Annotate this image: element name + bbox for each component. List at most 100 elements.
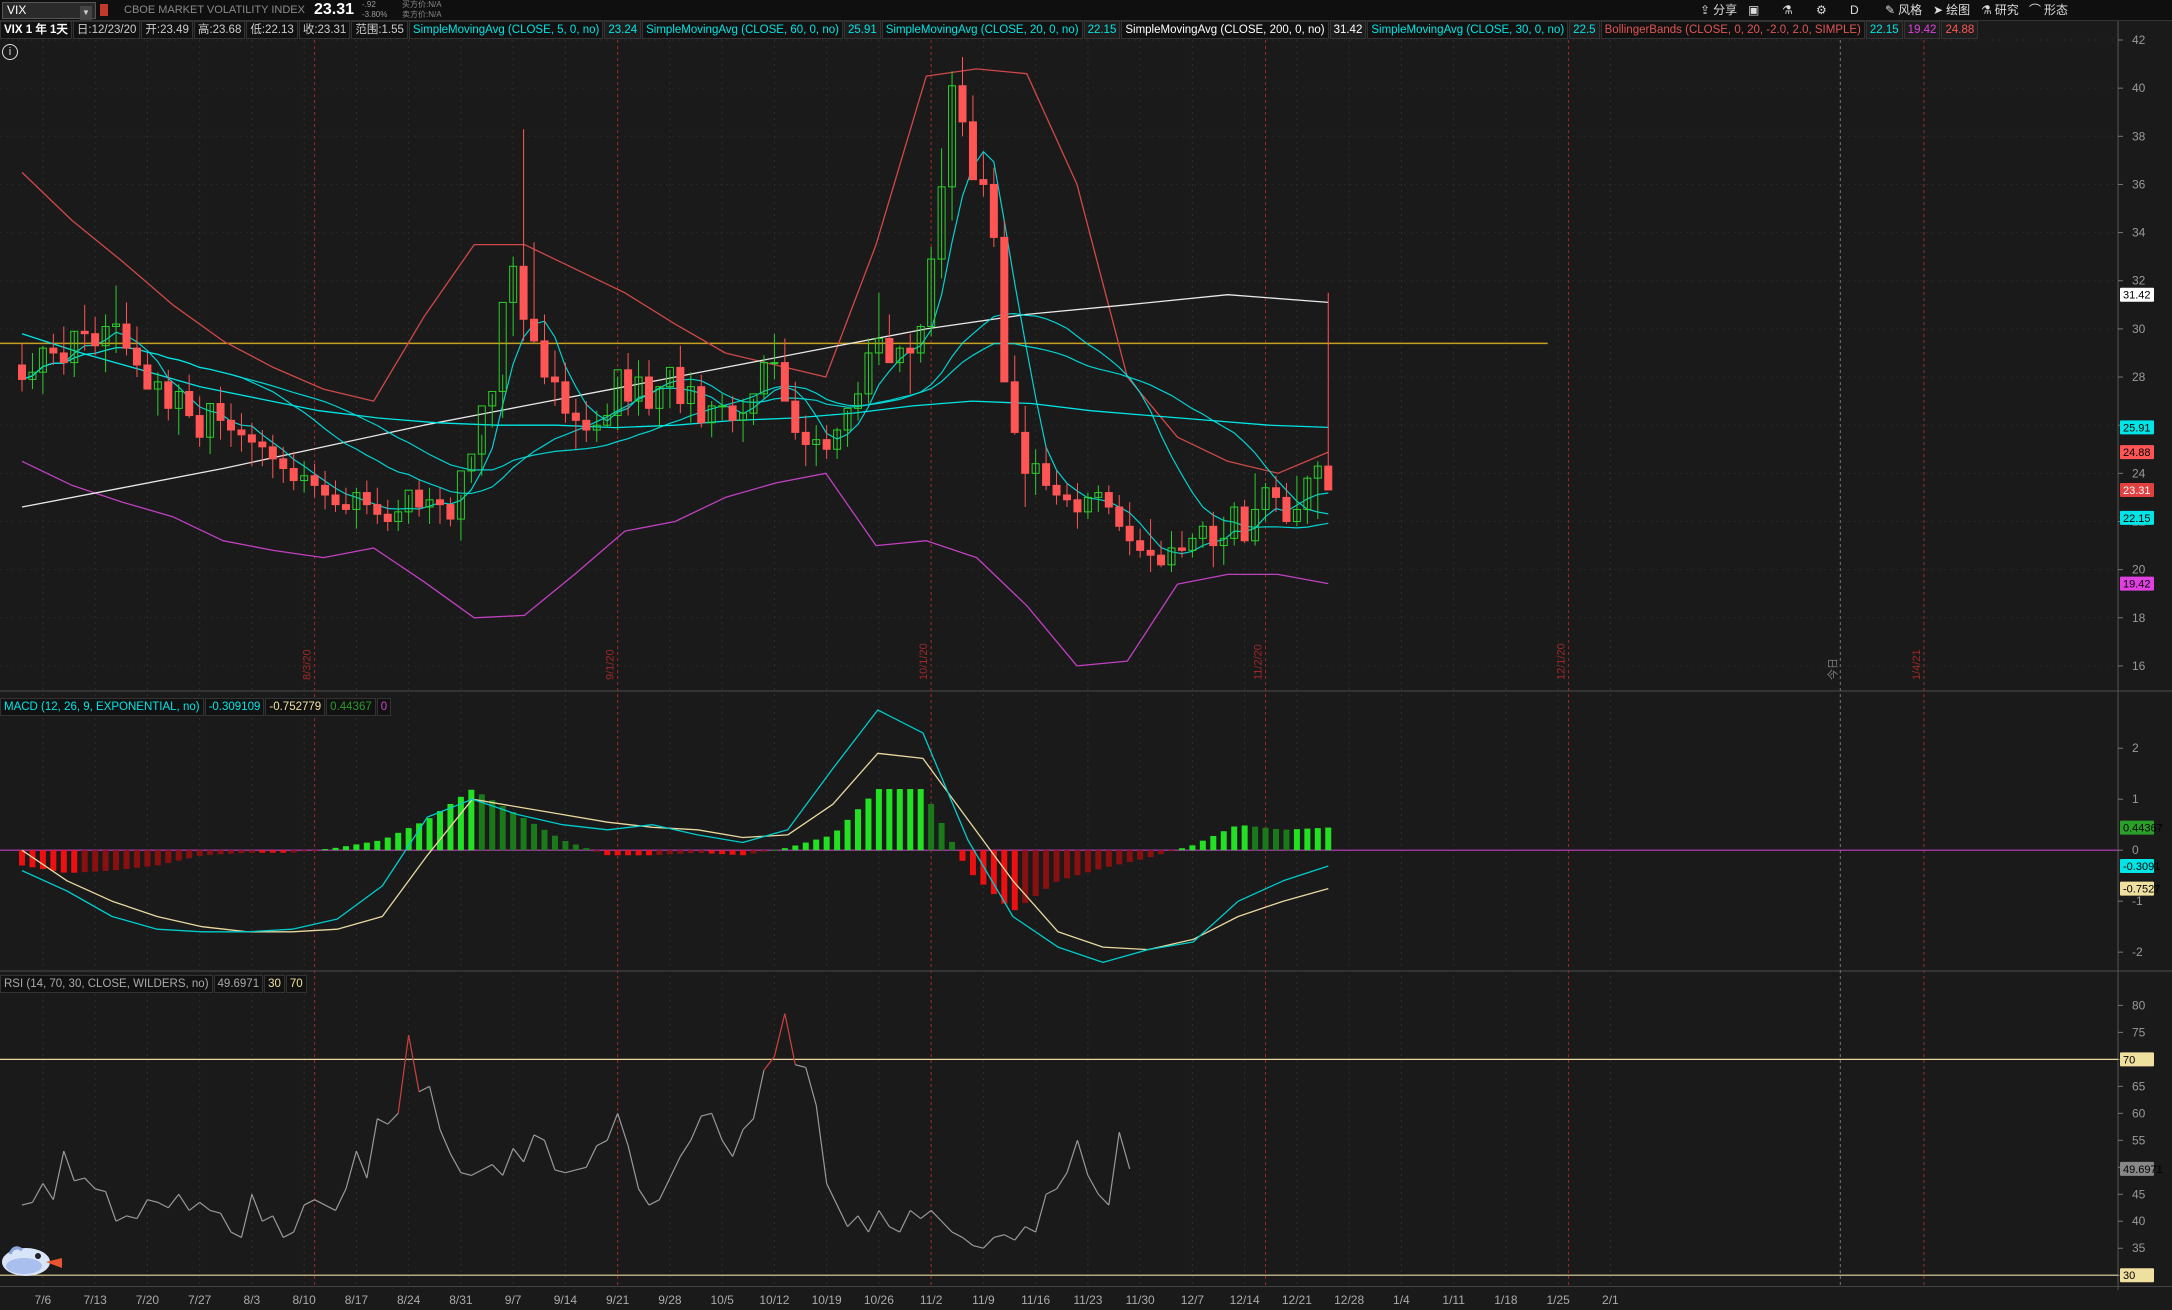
chevron-down-icon[interactable]: ▼ (80, 6, 92, 20)
studybar-item[interactable]: 25.91 (843, 21, 881, 39)
macd-histogram-bar (60, 850, 67, 873)
date-tick-label: 2/1 (1602, 1293, 1619, 1307)
macd-histogram-bar (551, 835, 558, 851)
macd-histogram-bar (583, 848, 590, 851)
tool-button[interactable]: ➤ 绘图 (1933, 0, 1970, 20)
rsi-line-segment (1045, 1188, 1057, 1195)
rsi-line-segment (993, 1234, 1005, 1239)
studybar-item[interactable]: SimpleMovingAvg (CLOSE, 5, 0, no) (408, 21, 604, 39)
candle-body (195, 415, 204, 438)
macd_bar-item[interactable]: MACD (12, 26, 9, EXPONENTIAL, no) (0, 698, 204, 716)
macd-histogram-bar (719, 850, 726, 855)
rsi-line-segment (543, 1140, 556, 1171)
macd-histogram-bar (802, 842, 809, 851)
studybar-item[interactable]: 低:22.13 (246, 21, 298, 39)
macd-histogram-bar (625, 850, 632, 856)
rsi-line-segment (815, 1105, 828, 1184)
macd-histogram-bar (311, 850, 318, 852)
rsi_bar-item[interactable]: 70 (285, 975, 307, 993)
macd-histogram-bar (71, 850, 78, 873)
macd-histogram-bar (144, 850, 151, 867)
macd_bar-item[interactable]: 0 (376, 698, 392, 716)
macd-histogram-bar (228, 850, 234, 854)
macd-histogram-bar (207, 850, 214, 855)
symbol-input[interactable]: VIX ▼ (2, 2, 96, 20)
study-legend: VIX 1 年 1天 日:12/23/20 开:23.49 高:23.68 低:22.1… (0, 21, 2120, 39)
rsi-tick-label: 35 (2132, 1241, 2146, 1255)
rsi-line-segment (1004, 1234, 1016, 1241)
macd_bar-item[interactable]: -0.309109 (204, 698, 265, 716)
studybar-item[interactable]: SimpleMovingAvg (CLOSE, 30, 0, no) (1367, 21, 1569, 39)
rsi-tick-label: 45 (2132, 1187, 2146, 1201)
price-pane[interactable] (0, 56, 1548, 667)
studybar-item[interactable]: BollingerBands (CLOSE, 0, 20, -2.0, 2.0,… (1600, 21, 1865, 39)
studybar-item[interactable]: 31.42 (1329, 21, 1367, 39)
candle-body (415, 489, 424, 508)
change-percent: -3.80% (362, 10, 388, 19)
tool-button[interactable]: ⚗ 研究 (1981, 0, 2019, 20)
rsi-line-segment (282, 1231, 294, 1238)
rsi-line-segment (763, 1056, 775, 1071)
studybar-item[interactable]: 22.15 (1865, 21, 1903, 39)
rsi_bar-item[interactable]: RSI (14, 70, 30, CLOSE, WILDERS, no) (0, 975, 213, 993)
rsi-line-segment (565, 1169, 576, 1174)
candle-body (676, 366, 685, 405)
studybar-item[interactable]: 24.88 (1941, 21, 1979, 39)
rsi-line-segment (941, 1220, 953, 1233)
tool-button[interactable]: ▣ (1748, 0, 1762, 20)
studybar-item[interactable]: 范围:1.55 (351, 21, 408, 39)
date-tick-label: 10/12 (759, 1293, 789, 1307)
info-icon[interactable]: i (2, 44, 18, 60)
chart-canvas[interactable]: 7/1/208/3/209/1/2010/1/2011/2/2012/1/20今… (0, 0, 2172, 1310)
rsi-line-segment (314, 1199, 326, 1206)
date-tick-label: 8/10 (292, 1293, 316, 1307)
studybar-item[interactable]: 日:12/23/20 (72, 21, 141, 39)
macd_bar-item[interactable]: 0.44367 (326, 698, 376, 716)
tool-button[interactable]: ⚗ (1782, 0, 1796, 20)
studybar-item[interactable]: 收:23.31 (298, 21, 351, 39)
tool-button[interactable]: D (1850, 0, 1859, 20)
rsi-line-segment (867, 1210, 880, 1233)
rsi_bar-item[interactable]: 49.6971 (213, 975, 264, 993)
axis-value-tag-text: 19.42 (2123, 579, 2151, 591)
studybar-item[interactable]: SimpleMovingAvg (CLOSE, 200, 0, no) (1121, 21, 1329, 39)
rsi-line-segment (491, 1164, 504, 1176)
rsi-line-segment (523, 1134, 535, 1163)
macd-histogram-bar (363, 842, 370, 851)
symbol-value: VIX (7, 3, 27, 17)
macd-histogram-bar (113, 850, 120, 871)
rsi-line-segment (31, 1183, 44, 1203)
pane-divider (0, 1286, 2172, 1287)
rsi-line-segment (1076, 1140, 1089, 1176)
studybar-item[interactable]: 23.24 (604, 21, 642, 39)
tool-button[interactable]: ⚙ (1816, 0, 1830, 20)
studybar-item[interactable]: 22.15 (1083, 21, 1121, 39)
macd-histogram-bar (92, 850, 99, 872)
rsi-line-segment (1056, 1172, 1068, 1190)
flag-icon[interactable] (100, 4, 108, 16)
tool-button[interactable]: ✎ 风格 (1885, 0, 1922, 20)
rsi-line-segment (251, 1194, 263, 1222)
price-tick-label: 34 (2132, 226, 2146, 240)
brush-icon: ✎ (1885, 3, 1896, 17)
rsi_bar-item[interactable]: 30 (264, 975, 285, 993)
studybar-item[interactable]: VIX 1 年 1天 (0, 21, 72, 39)
studybar-item[interactable]: 22.5 (1569, 21, 1600, 39)
candle-body (1052, 484, 1061, 496)
tool-button[interactable]: ⇪ 分享 (1700, 0, 1737, 20)
studybar-item[interactable]: 开:23.49 (141, 21, 193, 39)
rsi-line-segment (752, 1070, 765, 1119)
date-tick-label: 11/16 (1021, 1293, 1050, 1307)
studybar-item[interactable]: 高:23.68 (193, 21, 246, 39)
rsi-line-segment (345, 1150, 357, 1190)
macd-pane[interactable] (0, 709, 2118, 964)
studybar-item[interactable]: 19.42 (1903, 21, 1941, 39)
macd-histogram-bar (666, 850, 673, 855)
studybar-item[interactable]: SimpleMovingAvg (CLOSE, 60, 0, no) (642, 21, 843, 39)
macd-histogram-bar (520, 817, 527, 851)
studybar-item[interactable]: SimpleMovingAvg (CLOSE, 20, 0, no) (881, 21, 1083, 39)
tool-button[interactable]: ⌒ 形态 (2029, 0, 2068, 20)
macd_bar-item[interactable]: -0.752779 (265, 698, 326, 716)
rsi-pane[interactable] (0, 1013, 2118, 1276)
date-tick-label: 12/28 (1334, 1293, 1364, 1307)
